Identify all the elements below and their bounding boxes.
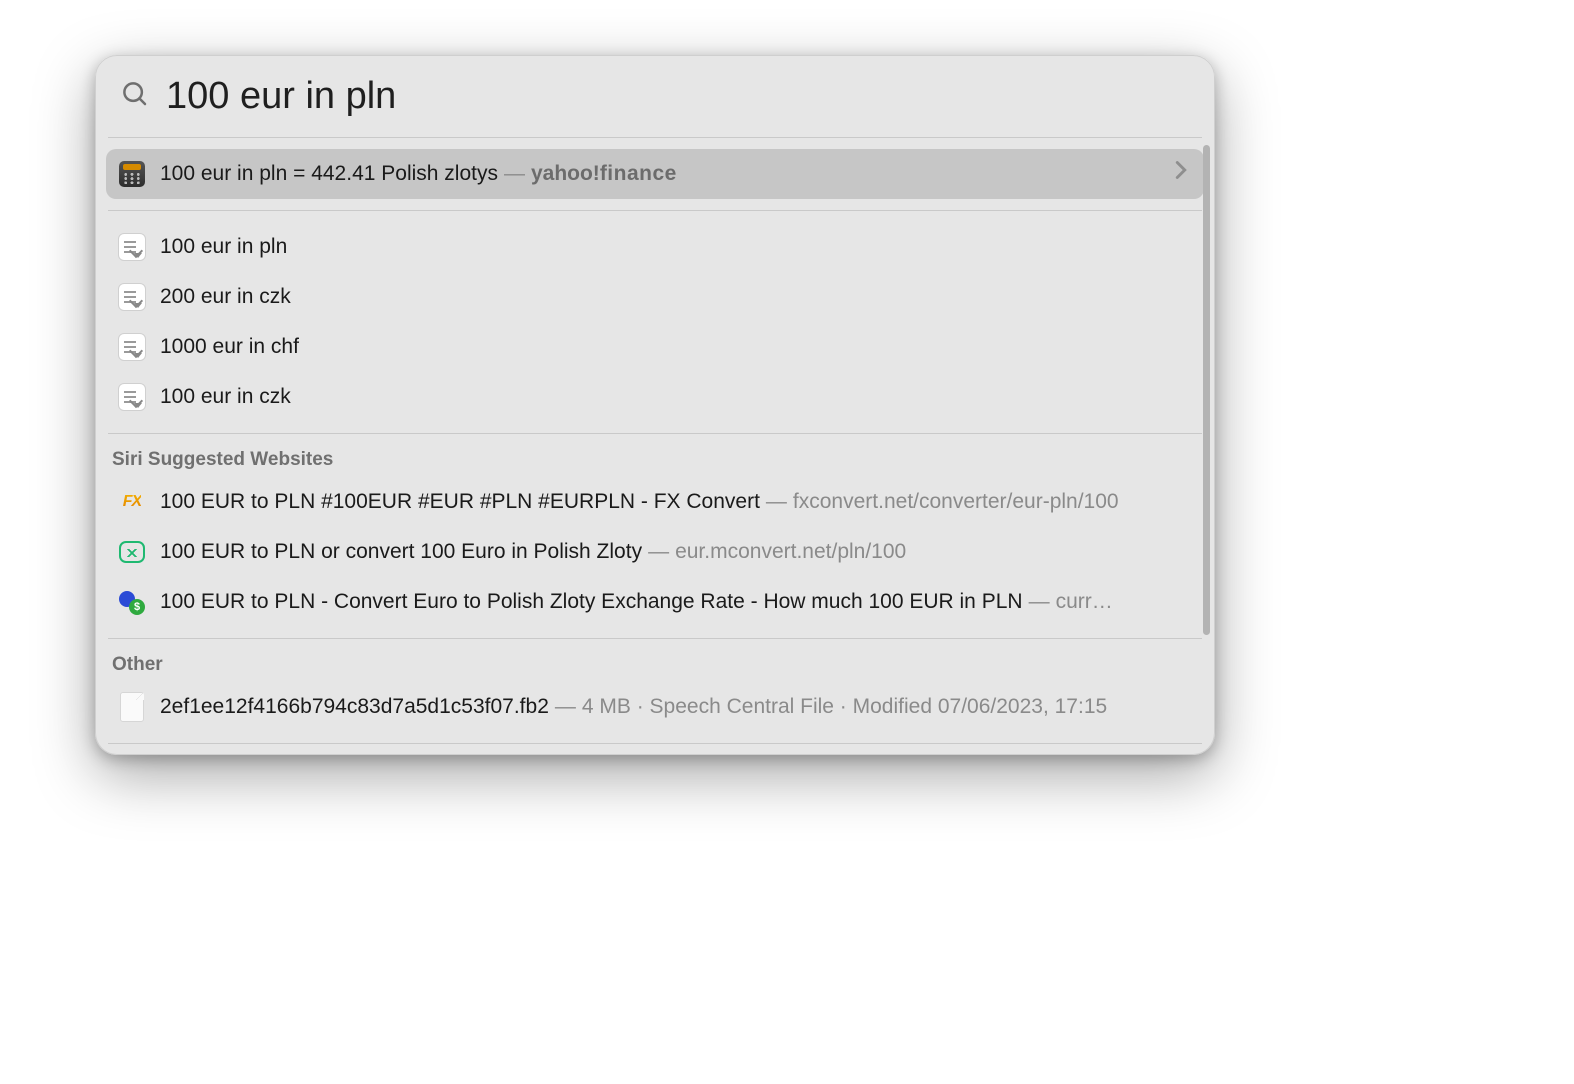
history-item-label: 200 eur in czk bbox=[160, 283, 291, 310]
history-item-label: 1000 eur in chf bbox=[160, 333, 299, 360]
top-hit-result[interactable]: 100 eur in pln = 442.41 Polish zlotys — … bbox=[106, 149, 1204, 199]
separator: — bbox=[1023, 588, 1056, 615]
divider bbox=[108, 433, 1202, 434]
results-list: 100 eur in pln = 442.41 Polish zlotys — … bbox=[96, 135, 1214, 754]
history-item[interactable]: 200 eur in czk bbox=[106, 272, 1204, 322]
history-icon bbox=[118, 333, 146, 361]
file-name: 2ef1ee12f4166b794c83d7a5d1c53f07.fb2 bbox=[160, 693, 549, 720]
siri-website-item[interactable]: FX 100 EUR to PLN #100EUR #EUR #PLN #EUR… bbox=[106, 477, 1204, 527]
spotlight-window: 100 eur in pln = 442.41 Polish zlotys — … bbox=[95, 55, 1215, 755]
mconvert-icon bbox=[118, 538, 146, 566]
divider bbox=[108, 638, 1202, 639]
file-icon bbox=[118, 693, 146, 721]
siri-website-item[interactable]: 100 EUR to PLN or convert 100 Euro in Po… bbox=[106, 527, 1204, 577]
scrollbar[interactable] bbox=[1203, 145, 1210, 635]
history-icon bbox=[118, 383, 146, 411]
siri-website-item[interactable]: $ 100 EUR to PLN - Convert Euro to Polis… bbox=[106, 577, 1204, 627]
top-hit-text: 100 eur in pln = 442.41 Polish zlotys bbox=[160, 160, 498, 187]
siri-item-url: eur.mconvert.net/pln/100 bbox=[675, 538, 906, 565]
history-icon bbox=[118, 233, 146, 261]
currency-convert-icon: $ bbox=[118, 588, 146, 616]
other-file-item[interactable]: 2ef1ee12f4166b794c83d7a5d1c53f07.fb2 — 4… bbox=[106, 682, 1204, 732]
divider bbox=[108, 137, 1202, 138]
history-icon bbox=[118, 283, 146, 311]
file-meta: 4 MB · Speech Central File · Modified 07… bbox=[582, 693, 1107, 720]
calculator-icon bbox=[118, 160, 146, 188]
search-row bbox=[96, 56, 1214, 135]
top-hit-source: yahoo!finance bbox=[531, 160, 677, 187]
fx-convert-icon: FX bbox=[118, 488, 146, 516]
history-item[interactable]: 100 eur in pln bbox=[106, 222, 1204, 272]
search-input[interactable] bbox=[164, 74, 1190, 119]
separator: — bbox=[642, 538, 675, 565]
history-item[interactable]: 1000 eur in chf bbox=[106, 322, 1204, 372]
section-header-siri: Siri Suggested Websites bbox=[106, 445, 1204, 477]
siri-item-title: 100 EUR to PLN or convert 100 Euro in Po… bbox=[160, 538, 642, 565]
separator: — bbox=[760, 488, 793, 515]
separator: — bbox=[498, 160, 531, 187]
siri-item-url: curr… bbox=[1056, 588, 1113, 615]
siri-item-title: 100 EUR to PLN #100EUR #EUR #PLN #EURPLN… bbox=[160, 488, 760, 515]
separator: — bbox=[549, 693, 582, 720]
search-icon bbox=[120, 79, 150, 114]
chevron-right-icon bbox=[1174, 160, 1192, 187]
siri-item-url: fxconvert.net/converter/eur-pln/100 bbox=[793, 488, 1119, 515]
divider bbox=[108, 210, 1202, 211]
history-item-label: 100 eur in pln bbox=[160, 233, 287, 260]
siri-item-title: 100 EUR to PLN - Convert Euro to Polish … bbox=[160, 588, 1023, 615]
divider bbox=[108, 743, 1202, 744]
history-item[interactable]: 100 eur in czk bbox=[106, 372, 1204, 422]
history-item-label: 100 eur in czk bbox=[160, 383, 291, 410]
section-header-other: Other bbox=[106, 650, 1204, 682]
